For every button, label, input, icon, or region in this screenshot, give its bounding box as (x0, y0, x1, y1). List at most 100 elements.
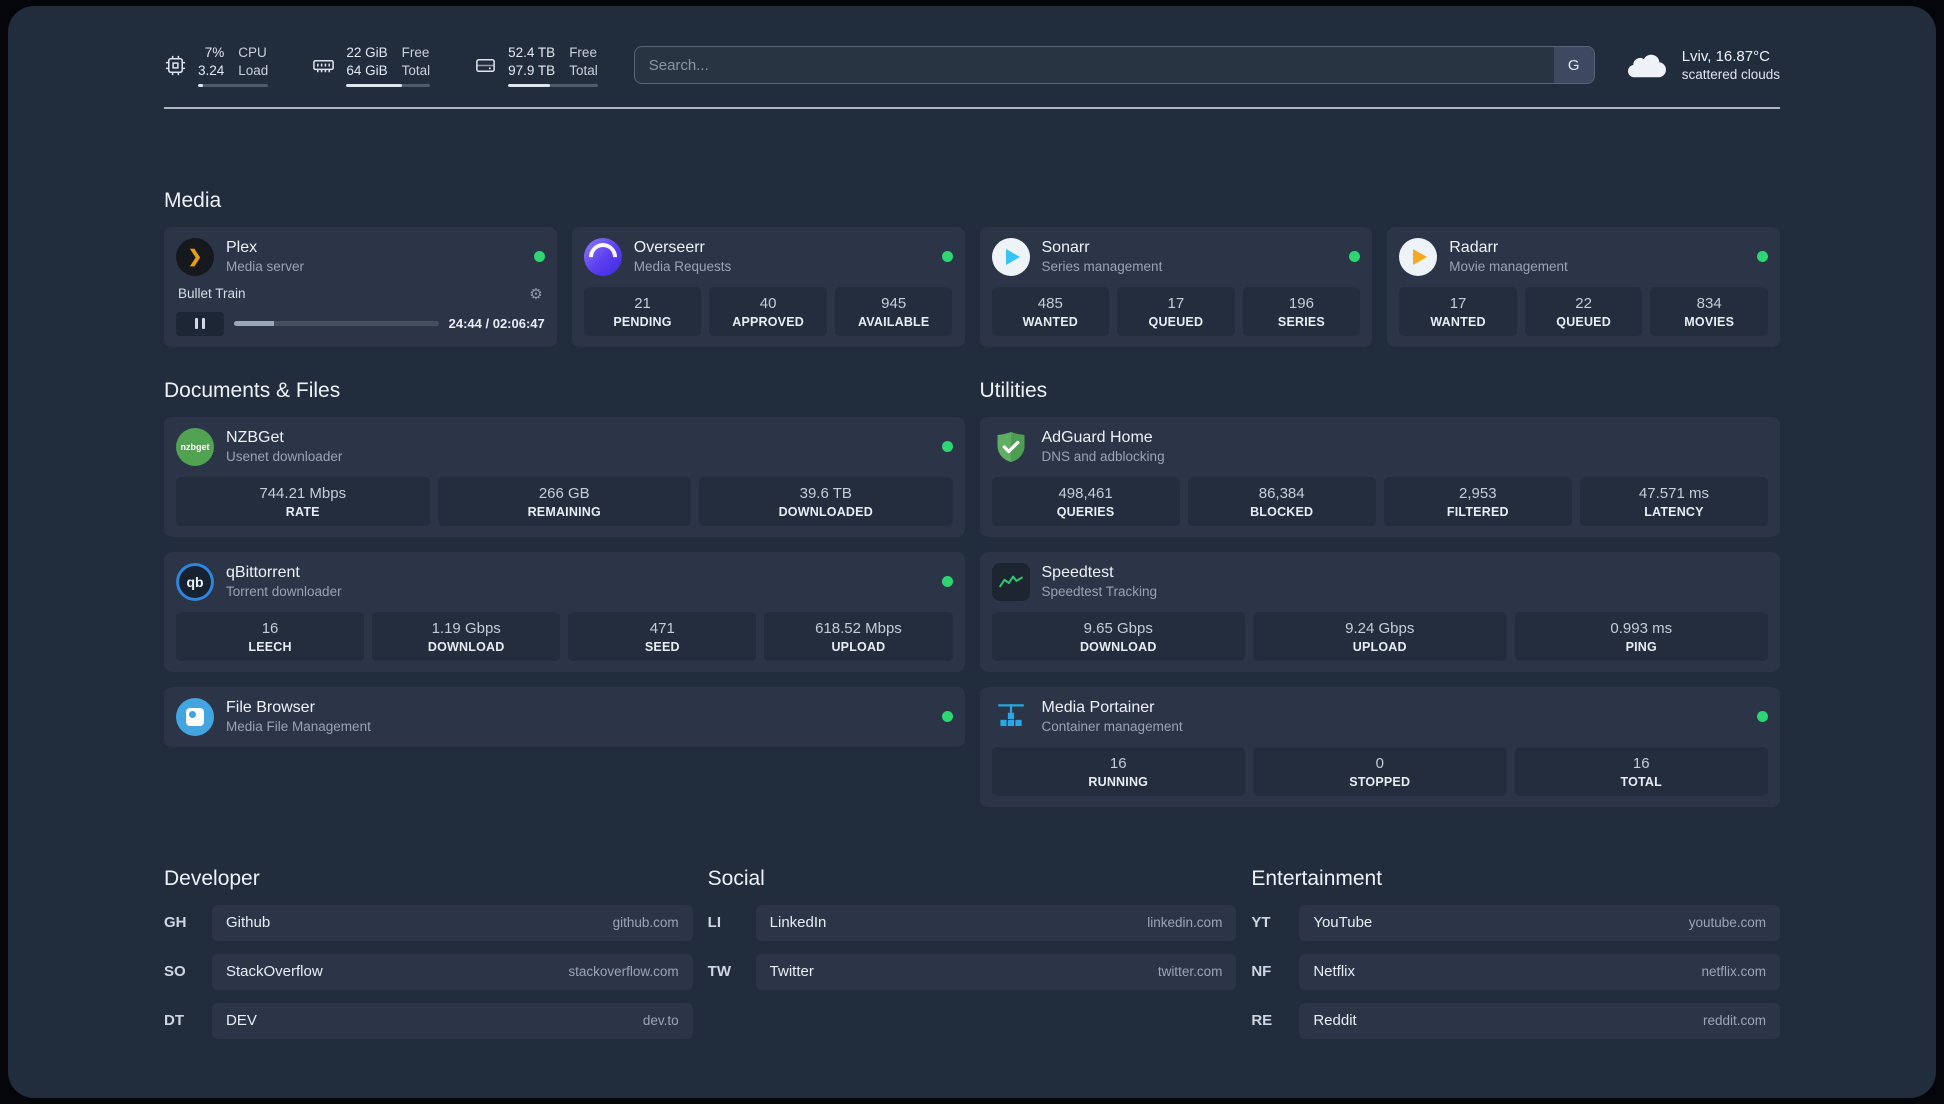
service-name: NZBGet (226, 429, 284, 447)
bookmark-stackoverflow[interactable]: SO StackOverflow stackoverflow.com (164, 953, 693, 990)
cloud-icon (1627, 54, 1666, 78)
stat-label: APPROVED (732, 314, 804, 329)
stat-value: 0.993 ms (1610, 619, 1673, 637)
section-media: Media ❯ Plex Media server Bullet Train ⚙ (164, 189, 1780, 347)
disk-icon (476, 58, 496, 72)
stat-value: 16 (261, 619, 279, 637)
stat-label: RUNNING (1088, 774, 1149, 789)
stat-value: 945 (881, 294, 907, 312)
stat-value: 266 GB (538, 484, 590, 502)
bookmark-name: Twitter (769, 963, 814, 981)
qbittorrent-icon: qb (176, 562, 214, 601)
stat-tile: 9.24 Gbps UPLOAD (1253, 611, 1507, 661)
overseerr-card[interactable]: Overseerr Media Requests 21 PENDING 40 A… (571, 226, 965, 347)
service-name: Speedtest (1041, 564, 1114, 582)
stat-value: 2,953 (1459, 484, 1497, 502)
stat-value: 9.24 Gbps (1345, 619, 1415, 637)
stat-tile: 21 PENDING (583, 286, 702, 336)
stat-label: AVAILABLE (857, 314, 930, 329)
bookmark-twitter[interactable]: TW Twitter twitter.com (708, 953, 1237, 990)
plex-card[interactable]: ❯ Plex Media server Bullet Train ⚙ 24:44… (164, 226, 557, 347)
service-name: AdGuard Home (1041, 429, 1153, 447)
stat-tile: 9.65 Gbps DOWNLOAD (991, 611, 1245, 661)
memory-free-value: 22 GiB (346, 45, 388, 60)
memory-icon (313, 59, 335, 73)
bookmark-linkedin[interactable]: LI LinkedIn linkedin.com (708, 904, 1237, 941)
status-dot (1757, 711, 1768, 723)
stat-label: LEECH (248, 639, 292, 654)
bookmark-url: youtube.com (1688, 915, 1766, 931)
stat-value: 22 (1575, 294, 1592, 312)
gear-icon[interactable]: ⚙ (529, 285, 542, 303)
bookmark-name: Github (226, 914, 271, 932)
bookmark-url: twitter.com (1157, 964, 1223, 980)
search-input[interactable] (633, 46, 1595, 85)
stat-tile: 2,953 FILTERED (1383, 476, 1572, 526)
pause-button[interactable] (176, 311, 224, 336)
service-subtitle: Usenet downloader (226, 449, 343, 465)
bookmark-url: github.com (612, 915, 679, 931)
section-title-entertainment: Entertainment (1251, 866, 1383, 890)
bookmark-url: dev.to (642, 1013, 679, 1029)
status-dot (941, 711, 953, 723)
filebrowser-icon (176, 697, 214, 736)
section-utilities: Utilities AdGuard Home DNS and adblockin… (979, 379, 1780, 807)
stat-tile: 834 MOVIES (1650, 286, 1768, 336)
portainer-card[interactable]: Media Portainer Container management 16 … (979, 686, 1780, 807)
stat-tile: 945 AVAILABLE (834, 286, 953, 336)
service-name: File Browser (226, 699, 315, 717)
stat-label: BLOCKED (1250, 504, 1314, 519)
filebrowser-card[interactable]: File Browser Media File Management (164, 686, 965, 747)
stat-value: 1.19 Gbps (431, 619, 501, 637)
stat-value: 21 (634, 294, 651, 312)
stat-label: SEED (644, 639, 680, 654)
topbar-divider (164, 106, 1780, 109)
service-name: Media Portainer (1041, 699, 1155, 717)
plex-chevron-glyph: ❯ (187, 246, 203, 266)
stat-value: 16 (1109, 754, 1127, 772)
service-subtitle: Speedtest Tracking (1041, 584, 1158, 600)
stat-value: 47.571 ms (1638, 484, 1709, 502)
bookmark-dev[interactable]: DT DEV dev.to (164, 1002, 693, 1039)
nzbget-card[interactable]: nzbget NZBGet Usenet downloader 744.21 M… (164, 416, 965, 537)
service-name: qBittorrent (226, 564, 300, 582)
bookmark-reddit[interactable]: RE Reddit reddit.com (1251, 1002, 1780, 1039)
stat-tile: 16 LEECH (176, 611, 365, 661)
sonarr-card[interactable]: Sonarr Series management 485 WANTED 17 Q… (979, 226, 1373, 347)
speedtest-card[interactable]: Speedtest Speedtest Tracking 9.65 Gbps D… (979, 551, 1780, 672)
radarr-card[interactable]: Radarr Movie management 17 WANTED 22 QUE… (1387, 226, 1780, 347)
bookmark-name: DEV (226, 1012, 257, 1030)
stat-tile: 744.21 Mbps RATE (176, 476, 430, 526)
cpu-load-label: Load (238, 62, 269, 78)
stat-label: STOPPED (1349, 774, 1411, 789)
disk-free-label: Free (569, 45, 597, 60)
adguard-card[interactable]: AdGuard Home DNS and adblocking 498,461 … (979, 416, 1780, 537)
portainer-icon (992, 698, 1030, 736)
dashboard: 7% CPU 3.24 Load 22 GiB Free 64 GiB Tota… (8, 6, 1936, 1098)
section-title-developer: Developer (164, 866, 260, 890)
bookmark-url: linkedin.com (1147, 915, 1223, 931)
stat-label: MOVIES (1684, 314, 1735, 329)
bookmark-youtube[interactable]: YT YouTube youtube.com (1251, 904, 1780, 941)
disk-progress-bar (508, 83, 598, 87)
stat-label: QUERIES (1056, 504, 1115, 519)
bookmark-github[interactable]: GH Github github.com (164, 904, 693, 941)
search-provider-button[interactable]: G (1553, 47, 1594, 84)
stat-value: 17 (1167, 294, 1185, 312)
qbittorrent-card[interactable]: qb qBittorrent Torrent downloader 16 LEE… (164, 551, 965, 672)
sonarr-icon (991, 237, 1030, 276)
section-title-media: Media (164, 188, 222, 212)
stat-tile: 266 GB REMAINING (437, 476, 691, 526)
bookmark-abbr: SO (164, 963, 186, 981)
service-subtitle: Media server (226, 259, 305, 275)
bookmark-abbr: RE (1251, 1012, 1273, 1030)
bookmark-netflix[interactable]: NF Netflix netflix.com (1251, 953, 1780, 990)
resource-widgets: 7% CPU 3.24 Load 22 GiB Free 64 GiB Tota… (164, 44, 598, 87)
bookmark-abbr: YT (1251, 914, 1271, 932)
disk-total-label: Total (569, 62, 598, 78)
playback-progress-bar[interactable] (234, 321, 439, 327)
bookmark-abbr: NF (1251, 963, 1272, 981)
stat-tile: 485 WANTED (991, 286, 1110, 336)
memory-total-value: 64 GiB (346, 62, 388, 78)
stat-value: 834 (1696, 294, 1722, 312)
